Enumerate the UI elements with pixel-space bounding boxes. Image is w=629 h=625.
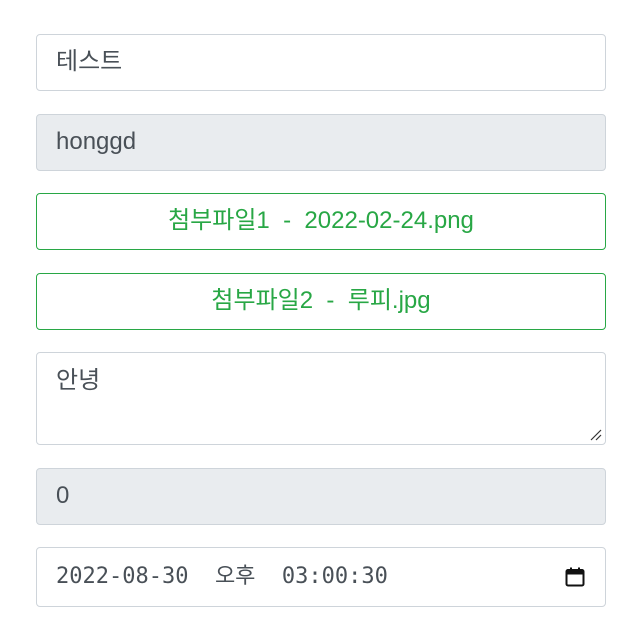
read-count-input[interactable]: 0 bbox=[36, 468, 606, 525]
reg-date-input[interactable]: 2022-08-30 오후 03:00:30 bbox=[36, 547, 606, 607]
attachment-button-2[interactable]: 첨부파일2 - 루피.jpg bbox=[36, 273, 606, 330]
attachment-label-2: 첨부파일2 - 루피.jpg bbox=[211, 287, 431, 315]
title-input[interactable]: 테스트 bbox=[36, 34, 606, 91]
attachment-button-1[interactable]: 첨부파일1 - 2022-02-24.png bbox=[36, 193, 606, 250]
content-textarea[interactable]: 안녕 bbox=[36, 352, 606, 445]
writer-input[interactable]: honggd bbox=[36, 114, 606, 171]
read-count-value: 0 bbox=[56, 482, 70, 510]
resize-handle-icon[interactable] bbox=[590, 429, 602, 441]
reg-date-value: 2022-08-30 오후 03:00:30 bbox=[56, 563, 388, 589]
board-detail-form: 테스트 honggd 첨부파일1 - 2022-02-24.png 첨부파일2 … bbox=[0, 0, 629, 625]
writer-input-value: honggd bbox=[56, 128, 137, 156]
calendar-icon[interactable] bbox=[564, 566, 586, 588]
attachment-label-1: 첨부파일1 - 2022-02-24.png bbox=[168, 207, 474, 235]
content-textarea-value: 안녕 bbox=[56, 367, 101, 394]
title-input-value: 테스트 bbox=[56, 48, 123, 76]
